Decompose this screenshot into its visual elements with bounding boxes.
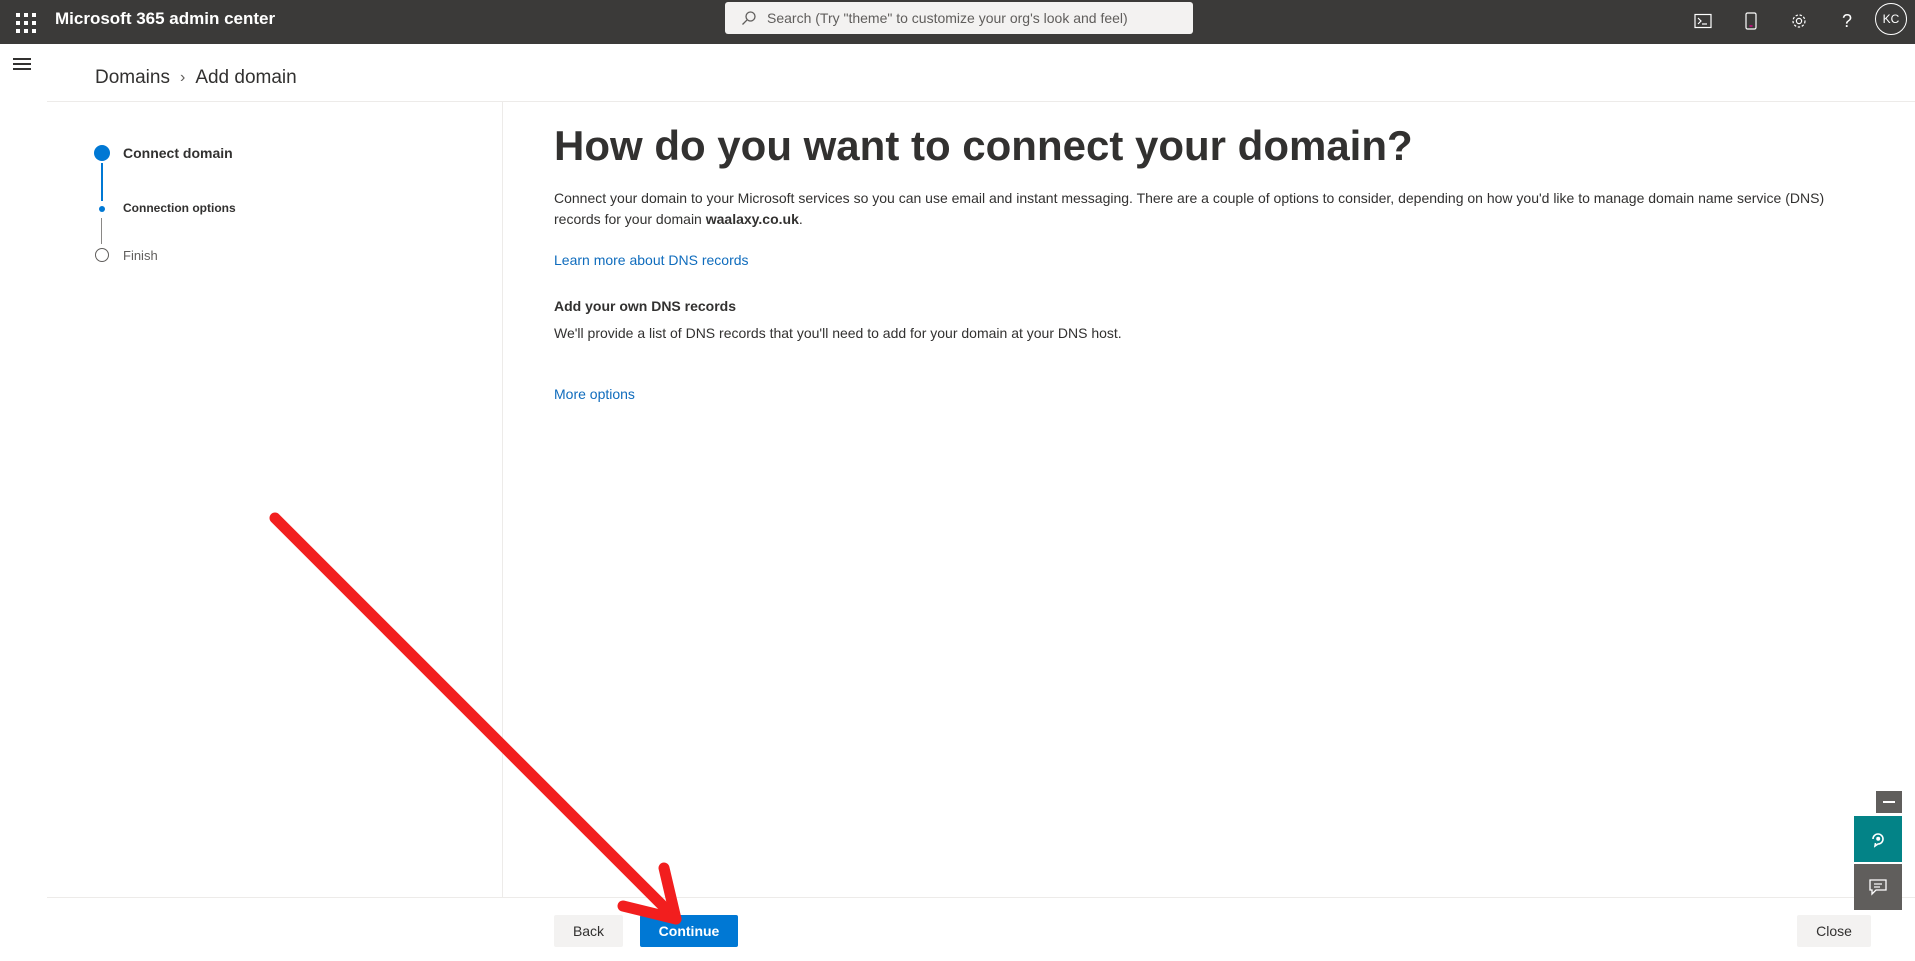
learn-more-dns-link[interactable]: Learn more about DNS records [554, 252, 749, 268]
help-support-icon[interactable] [1854, 816, 1902, 862]
main-content: How do you want to connect your domain? … [554, 118, 1874, 402]
search-input[interactable] [767, 6, 1177, 30]
step-finish: Finish [123, 248, 158, 263]
description: Connect your domain to your Microsoft se… [554, 188, 1874, 230]
footer-divider [47, 897, 1915, 898]
step-pending-icon [95, 248, 109, 262]
app-title[interactable]: Microsoft 365 admin center [55, 9, 275, 29]
search-icon [742, 11, 756, 25]
breadcrumb-domains-link[interactable]: Domains [95, 67, 170, 89]
help-glyph: ? [1841, 10, 1852, 31]
more-options-link[interactable]: More options [554, 386, 635, 402]
option-description: We'll provide a list of DNS records that… [554, 325, 1122, 341]
step-completed-icon [94, 145, 110, 161]
terminal-icon[interactable] [1690, 8, 1716, 34]
hamburger-menu-icon[interactable] [13, 58, 31, 72]
close-button[interactable]: Close [1797, 915, 1871, 947]
option-title: Add your own DNS records [554, 298, 737, 314]
chevron-right-icon: › [179, 69, 186, 86]
step-connection-options[interactable]: Connection options [123, 201, 236, 215]
domain-name: waalaxy.co.uk [705, 211, 799, 227]
top-navigation-bar: Microsoft 365 admin center ? KC [0, 0, 1915, 44]
header-divider [47, 101, 1915, 102]
step-current-icon [99, 206, 105, 212]
breadcrumb-current: Add domain [195, 67, 297, 88]
back-button[interactable]: Back [554, 915, 623, 947]
mobile-icon[interactable] [1738, 8, 1764, 34]
page-title: How do you want to connect your domain? [554, 122, 1413, 169]
settings-icon[interactable] [1786, 8, 1812, 34]
breadcrumb: Domains › Add domain [95, 67, 297, 89]
help-icon[interactable]: ? [1834, 8, 1860, 34]
search-box[interactable] [725, 2, 1193, 34]
continue-button[interactable]: Continue [640, 915, 738, 947]
step-connector [101, 218, 102, 244]
description-end: . [798, 211, 803, 227]
avatar[interactable]: KC [1875, 3, 1907, 35]
app-launcher-icon[interactable] [12, 9, 38, 35]
step-connect-domain[interactable]: Connect domain [123, 145, 233, 161]
step-connector [101, 163, 103, 201]
panel-divider [502, 102, 503, 897]
minimize-panel-icon[interactable] [1876, 791, 1902, 813]
feedback-chat-icon[interactable] [1854, 864, 1902, 910]
